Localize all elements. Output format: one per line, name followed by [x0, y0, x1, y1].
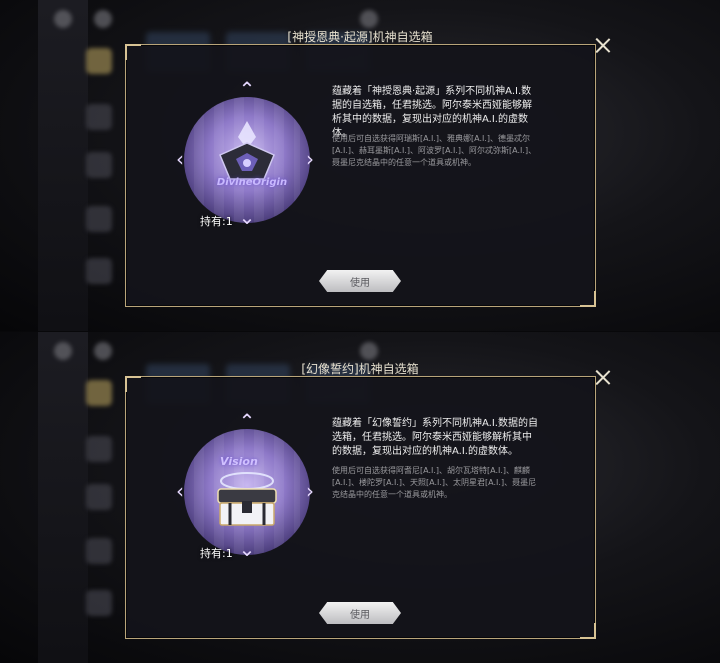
held-count: 持有:1: [200, 547, 233, 560]
dialog-title: [神授恩典·起源]机神自选箱: [287, 30, 433, 44]
held-count: 持有:1: [200, 215, 233, 228]
background-sidebar-item: [86, 206, 112, 232]
background-sidebar-item: [86, 538, 112, 564]
close-icon[interactable]: [596, 370, 610, 384]
item-display: DivineOrigin ⌃ ⌄ ‹ › 持有:1: [176, 79, 314, 228]
item-brand-text: DivineOrigin: [216, 177, 288, 188]
background-top-icon: [360, 342, 378, 360]
chevron-up-icon[interactable]: ⌃: [237, 411, 257, 431]
chevron-right-icon[interactable]: ›: [300, 481, 320, 501]
background-sidebar-item: [86, 590, 112, 616]
dialog-title: [幻像誓约]机神自选箱: [301, 362, 419, 376]
use-button-label: 使用: [350, 278, 370, 289]
background-sidebar-item: [86, 380, 112, 406]
use-button[interactable]: 使用: [319, 270, 401, 292]
chevron-right-icon[interactable]: ›: [300, 149, 320, 169]
background-top-icon: [94, 342, 112, 360]
chevron-up-icon[interactable]: ⌃: [237, 79, 257, 99]
background-top-bar: [50, 6, 450, 30]
background-top-icon: [360, 10, 378, 28]
item-brand-text: Vision: [220, 455, 258, 468]
background-sidebar-item: [86, 258, 112, 284]
chevron-left-icon[interactable]: ‹: [170, 149, 190, 169]
background-sidebar: [38, 332, 112, 663]
background-top-icon: [94, 10, 112, 28]
item-dialog: DivineOrigin ⌃ ⌄ ‹ › 持有:1 蕴藏着「神授恩典·起源」系列…: [125, 44, 596, 307]
background-top-icon: [54, 342, 72, 360]
chevron-down-icon[interactable]: ⌄: [237, 207, 257, 227]
background-sidebar-item: [86, 48, 112, 74]
chevron-down-icon[interactable]: ⌄: [237, 539, 257, 559]
background-sidebar-item: [86, 104, 112, 130]
item-description: 蕴藏着「幻像誓约」系列不同机神A.I.数据的自选箱，任君挑选。阿尔泰米西娅能够解…: [332, 418, 538, 457]
close-icon[interactable]: [596, 38, 610, 52]
selection-box-panel-vision: [幻像誓约]机神自选箱 Vision ⌃ ⌄ ‹ › 持有:1 蕴藏着「幻像誓约…: [0, 332, 720, 663]
item-usage-note: 使用后可自选获得阿耆尼[A.I.]、胡尔瓦塔特[A.I.]、麒麟[A.I.]、楼…: [332, 466, 537, 499]
background-sidebar-item: [86, 436, 112, 462]
chevron-left-icon[interactable]: ‹: [170, 481, 190, 501]
use-button[interactable]: 使用: [319, 602, 401, 624]
selection-box-panel-divine-origin: [神授恩典·起源]机神自选箱 DivineOrigin ⌃ ⌄ ‹ › 持有:1…: [0, 0, 720, 331]
background-sidebar: [38, 0, 112, 331]
background-top-bar: [50, 338, 450, 362]
item-display: Vision ⌃ ⌄ ‹ › 持有:1: [176, 411, 314, 560]
item-dialog: Vision ⌃ ⌄ ‹ › 持有:1 蕴藏着「幻像誓约」系列不同机神A.I.数…: [125, 376, 596, 639]
item-usage-note: 使用后可自选获得阿瑞斯[A.I.]、雅典娜[A.I.]、德墨忒尔[A.I.]、赫…: [332, 134, 537, 167]
background-sidebar-item: [86, 484, 112, 510]
background-top-icon: [54, 10, 72, 28]
use-button-label: 使用: [350, 610, 370, 621]
background-sidebar-item: [86, 152, 112, 178]
